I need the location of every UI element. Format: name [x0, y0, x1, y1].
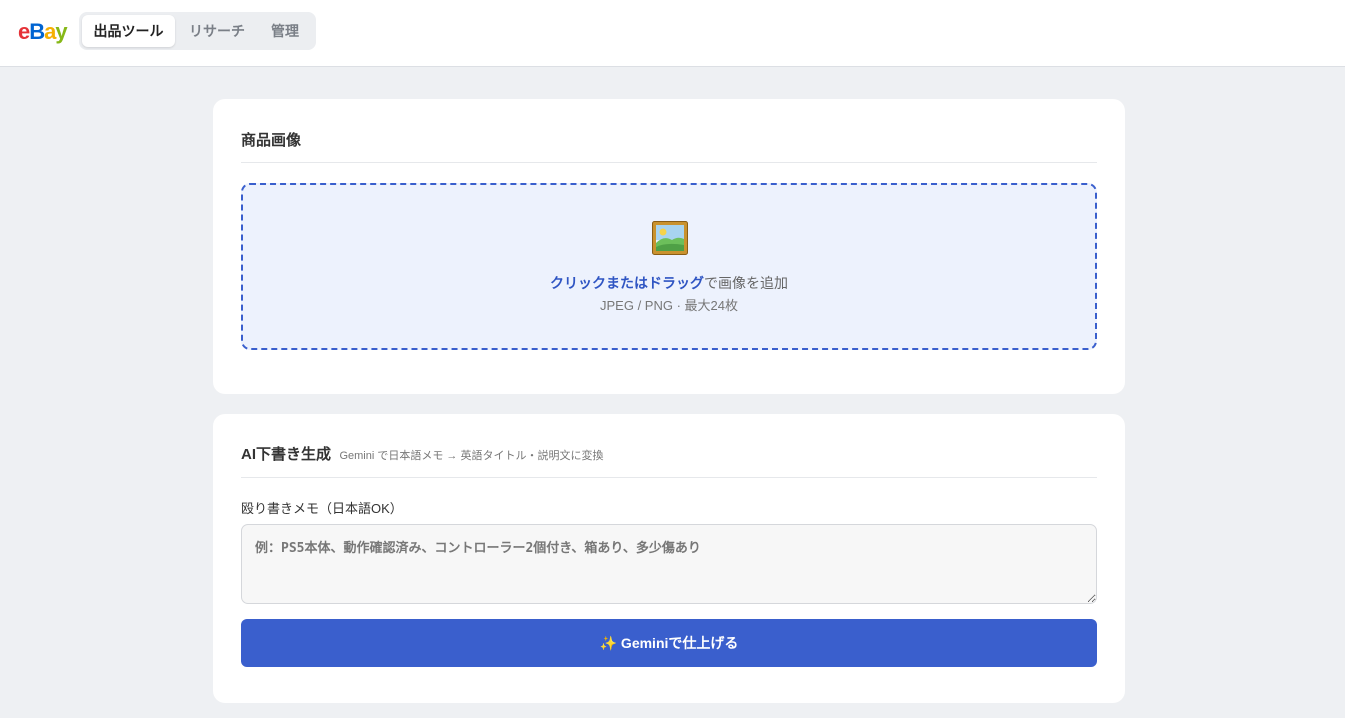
ebay-logo[interactable]: eBay: [18, 19, 68, 45]
ai-draft-card: AI下書き生成 Gemini で日本語メモ → 英語タイトル・説明文に変換 殴り…: [213, 414, 1125, 703]
logo-letter: y: [55, 19, 67, 44]
logo-letter: B: [29, 19, 45, 44]
logo-letter: e: [18, 19, 30, 44]
section-divider: [241, 162, 1097, 163]
main-tabs: 出品ツール リサーチ 管理: [79, 12, 316, 50]
dropzone-rest-text: で画像を追加: [704, 275, 788, 291]
section-divider: [241, 477, 1097, 478]
section-title: AI下書き生成: [241, 446, 332, 463]
dropzone-instruction: クリックまたはドラッグで画像を追加: [243, 273, 1095, 293]
memo-textarea[interactable]: [241, 524, 1097, 604]
section-subtitle: Gemini で日本語メモ → 英語タイトル・説明文に変換: [339, 450, 604, 462]
gemini-generate-button[interactable]: ✨ Geminiで仕上げる: [241, 619, 1097, 667]
top-bar: eBay 出品ツール リサーチ 管理: [0, 0, 1345, 67]
product-images-card: 商品画像 クリックまたはドラッグで画像を追加 JPEG / PNG · 最大24…: [213, 99, 1125, 394]
dropzone-hint: JPEG / PNG · 最大24枚: [600, 298, 738, 313]
tab-listing-tool[interactable]: 出品ツール: [82, 15, 175, 47]
tab-research[interactable]: リサーチ: [179, 15, 255, 47]
section-title: 商品画像: [241, 132, 302, 149]
memo-label: 殴り書きメモ（日本語OK）: [241, 501, 403, 516]
dropzone-link-text[interactable]: クリックまたはドラッグ: [550, 275, 704, 291]
framed-picture-icon: [652, 221, 688, 255]
section-header: AI下書き生成 Gemini で日本語メモ → 英語タイトル・説明文に変換: [241, 443, 603, 464]
logo-letter: a: [44, 19, 56, 44]
tab-management[interactable]: 管理: [259, 15, 311, 47]
image-dropzone[interactable]: クリックまたはドラッグで画像を追加 JPEG / PNG · 最大24枚: [241, 183, 1097, 350]
